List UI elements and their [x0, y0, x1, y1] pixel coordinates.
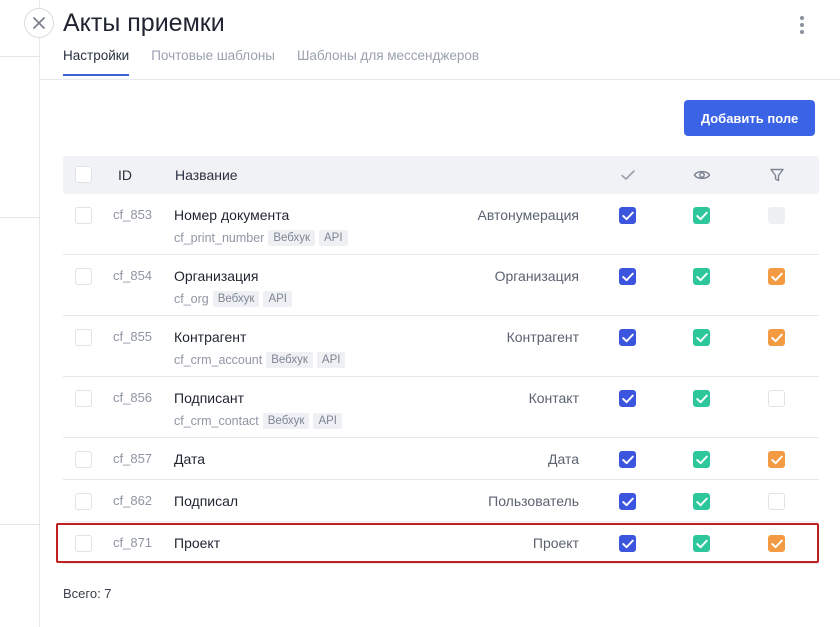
table-row[interactable]: cf_856 Подписант Контакт cf_crm_contact Вебх…	[63, 377, 819, 438]
required-checkbox[interactable]	[619, 535, 636, 552]
field-code-line: cf_crm_account Вебхук API	[174, 352, 346, 368]
row-select-checkbox[interactable]	[75, 268, 92, 285]
field-type: Автонумерация	[477, 207, 580, 223]
field-code: cf_org	[174, 292, 209, 306]
table-row[interactable]: cf_854 Организация Организация cf_org Вебхук…	[63, 255, 819, 316]
visible-checkbox[interactable]	[693, 535, 710, 552]
page-title: Акты приемки	[63, 9, 225, 37]
field-code-line: cf_org Вебхук API	[174, 291, 292, 307]
tab-bar: Настройки Почтовые шаблоны Шаблоны для м…	[63, 48, 479, 76]
visible-checkbox[interactable]	[693, 451, 710, 468]
table-row[interactable]: cf_857 Дата Дата	[63, 438, 819, 480]
field-code: cf_crm_account	[174, 353, 263, 367]
table-body: cf_853 Номер документа Автонумерация cf_pri…	[63, 194, 819, 564]
field-id: cf_856	[113, 390, 153, 405]
row-select-checkbox[interactable]	[75, 493, 92, 510]
required-checkbox[interactable]	[619, 390, 636, 407]
visible-checkbox[interactable]	[693, 268, 710, 285]
integration-badge: API	[313, 413, 342, 429]
fields-table: ID Название cf_853 Номер документа Автонум…	[63, 156, 819, 564]
field-code: cf_print_number	[174, 231, 265, 245]
field-name: Организация	[174, 268, 259, 284]
field-code-line: cf_crm_contact Вебхук API	[174, 413, 342, 429]
select-all-checkbox[interactable]	[75, 166, 92, 183]
field-type: Контрагент	[506, 329, 579, 345]
column-header-id: ID	[118, 167, 132, 183]
field-id: cf_855	[113, 329, 153, 344]
filter-checkbox	[768, 207, 785, 224]
filter-checkbox[interactable]	[768, 268, 785, 285]
field-name: Номер документа	[174, 207, 290, 223]
integration-badge: Вебхук	[212, 291, 260, 307]
add-field-button[interactable]: Добавить поле	[684, 100, 815, 136]
field-id: cf_853	[113, 207, 153, 222]
required-checkbox[interactable]	[619, 268, 636, 285]
required-checkbox[interactable]	[619, 329, 636, 346]
close-icon	[33, 17, 45, 29]
visible-checkbox[interactable]	[693, 390, 710, 407]
background-divider	[0, 524, 40, 525]
row-select-checkbox[interactable]	[75, 451, 92, 468]
required-checkbox[interactable]	[619, 493, 636, 510]
check-icon	[621, 170, 635, 180]
close-button[interactable]	[24, 8, 54, 38]
integration-badge: API	[316, 352, 346, 368]
field-name: Проект	[174, 535, 221, 551]
visible-checkbox[interactable]	[693, 493, 710, 510]
table-row[interactable]: cf_862 Подписал Пользователь	[63, 480, 819, 522]
tab-messenger-templates[interactable]: Шаблоны для мессенджеров	[297, 48, 479, 76]
integration-badge: API	[263, 291, 292, 307]
tabs-divider	[40, 79, 840, 80]
table-header: ID Название	[63, 156, 819, 194]
required-checkbox[interactable]	[619, 207, 636, 224]
field-id: cf_857	[113, 451, 153, 466]
field-type: Контакт	[528, 390, 579, 406]
integration-badge: Вебхук	[266, 352, 313, 368]
field-name: Подписант	[174, 390, 245, 406]
side-panel: Акты приемки Настройки Почтовые шаблоны …	[40, 0, 840, 627]
row-select-checkbox[interactable]	[75, 207, 92, 224]
integration-badge: Вебхук	[268, 230, 316, 246]
filter-checkbox[interactable]	[768, 390, 785, 407]
row-select-checkbox[interactable]	[75, 329, 92, 346]
field-type: Дата	[547, 451, 579, 467]
field-id: cf_862	[113, 493, 153, 508]
field-type: Организация	[494, 268, 579, 284]
visible-checkbox[interactable]	[693, 329, 710, 346]
required-checkbox[interactable]	[619, 451, 636, 468]
row-select-checkbox[interactable]	[75, 390, 92, 407]
field-code: cf_crm_contact	[174, 414, 259, 428]
background-divider	[0, 56, 40, 57]
integration-badge: Вебхук	[262, 413, 310, 429]
table-row[interactable]: cf_855 Контрагент Контрагент cf_crm_account…	[63, 316, 819, 377]
tab-email-templates[interactable]: Почтовые шаблоны	[151, 48, 275, 76]
field-id: cf_854	[113, 268, 153, 283]
total-count: Всего: 7	[63, 586, 112, 601]
field-name: Контрагент	[174, 329, 247, 345]
background-divider	[0, 217, 40, 218]
eye-icon	[693, 170, 711, 180]
integration-badge: API	[319, 230, 348, 246]
field-name: Дата	[174, 451, 206, 467]
field-name: Подписал	[174, 493, 239, 509]
filter-checkbox[interactable]	[768, 329, 785, 346]
table-row[interactable]: cf_853 Номер документа Автонумерация cf_pri…	[63, 194, 819, 255]
filter-checkbox[interactable]	[768, 451, 785, 468]
field-type: Пользователь	[488, 493, 579, 509]
table-row[interactable]: cf_871 Проект Проект	[63, 522, 819, 564]
visible-checkbox[interactable]	[693, 207, 710, 224]
filter-icon	[770, 168, 784, 182]
more-menu-icon[interactable]	[792, 14, 812, 36]
filter-checkbox[interactable]	[768, 535, 785, 552]
background-page	[0, 0, 40, 627]
field-id: cf_871	[113, 535, 153, 550]
field-code-line: cf_print_number Вебхук API	[174, 230, 348, 246]
tab-settings[interactable]: Настройки	[63, 48, 130, 76]
filter-checkbox[interactable]	[768, 493, 785, 510]
field-type: Проект	[532, 535, 579, 551]
row-select-checkbox[interactable]	[75, 535, 92, 552]
column-header-name: Название	[175, 167, 238, 183]
